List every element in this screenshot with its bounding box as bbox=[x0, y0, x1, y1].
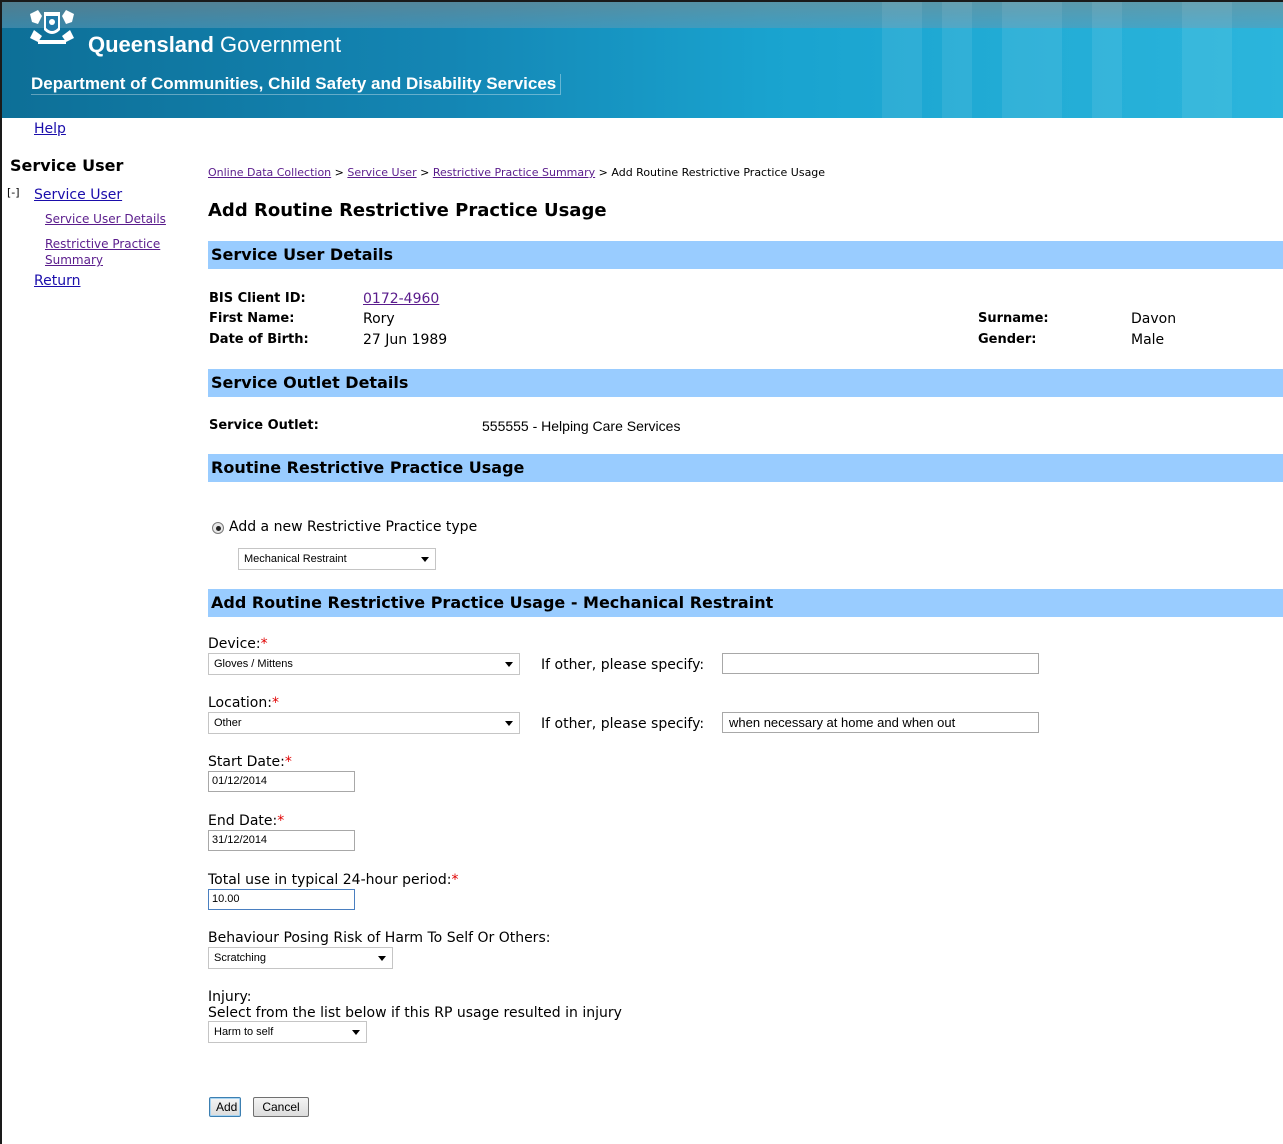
header-decor bbox=[1002, 2, 1062, 118]
breadcrumb-current: Add Routine Restrictive Practice Usage bbox=[611, 166, 826, 179]
location-select[interactable]: Other bbox=[208, 712, 520, 734]
section-heading-add-mechanical: Add Routine Restrictive Practice Usage -… bbox=[208, 589, 1283, 617]
header-decor bbox=[1182, 2, 1232, 118]
device-label: Device:* bbox=[208, 636, 268, 652]
chevron-down-icon bbox=[352, 1030, 360, 1035]
gender-value: Male bbox=[1131, 332, 1165, 348]
total-use-input[interactable]: 10.00 bbox=[208, 889, 355, 910]
section-heading-service-user: Service User Details bbox=[208, 241, 1283, 269]
injury-hint: Select from the list below if this RP us… bbox=[208, 1005, 622, 1021]
chevron-down-icon bbox=[505, 662, 513, 667]
government-title: Queensland Government bbox=[88, 32, 342, 57]
header-decor bbox=[1092, 2, 1122, 118]
service-outlet-label: Service Outlet: bbox=[209, 418, 319, 433]
cancel-button[interactable]: Cancel bbox=[253, 1097, 309, 1117]
start-date-input[interactable]: 01/12/2014 bbox=[208, 771, 355, 792]
header-decor bbox=[882, 2, 922, 118]
page-title: Add Routine Restrictive Practice Usage bbox=[208, 200, 607, 221]
help-link[interactable]: Help bbox=[34, 121, 66, 137]
nav-title: Service User bbox=[10, 156, 124, 175]
header-decor bbox=[942, 2, 972, 118]
bis-client-id-link[interactable]: 0172-4960 bbox=[363, 291, 439, 307]
gender-label: Gender: bbox=[978, 332, 1037, 347]
behaviour-select[interactable]: Scratching bbox=[208, 947, 393, 969]
end-date-input[interactable]: 31/12/2014 bbox=[208, 830, 355, 851]
header-top-strip bbox=[2, 2, 1283, 28]
add-new-type-radio[interactable] bbox=[212, 522, 224, 534]
add-new-type-label: Add a new Restrictive Practice type bbox=[229, 519, 478, 535]
location-specify-label: If other, please specify: bbox=[541, 716, 705, 732]
department-title: Department of Communities, Child Safety … bbox=[31, 74, 562, 95]
nav-collapse-toggle[interactable]: [-] bbox=[7, 186, 20, 199]
dob-label: Date of Birth: bbox=[209, 332, 309, 347]
chevron-down-icon bbox=[421, 557, 429, 562]
breadcrumb: Online Data Collection > Service User > … bbox=[208, 166, 826, 179]
site-header: Queensland Government Department of Comm… bbox=[2, 2, 1283, 118]
breadcrumb-restrictive-practice-summary[interactable]: Restrictive Practice Summary bbox=[433, 166, 595, 179]
location-label: Location:* bbox=[208, 695, 279, 711]
nav-item-service-user-details[interactable]: Service User Details bbox=[45, 212, 166, 226]
nav-item-return[interactable]: Return bbox=[34, 273, 80, 289]
chevron-down-icon bbox=[505, 721, 513, 726]
location-other-input[interactable]: when necessary at home and when out bbox=[722, 712, 1039, 733]
first-name-value: Rory bbox=[363, 311, 395, 327]
behaviour-label: Behaviour Posing Risk of Harm To Self Or… bbox=[208, 930, 551, 946]
surname-value: Davon bbox=[1131, 311, 1177, 327]
section-heading-service-outlet: Service Outlet Details bbox=[208, 369, 1283, 397]
add-button[interactable]: Add bbox=[209, 1097, 241, 1117]
device-other-input[interactable] bbox=[722, 653, 1039, 674]
end-date-label: End Date:* bbox=[208, 813, 285, 829]
device-specify-label: If other, please specify: bbox=[541, 657, 705, 673]
section-heading-routine-usage: Routine Restrictive Practice Usage bbox=[208, 454, 1283, 482]
injury-label: Injury: bbox=[208, 989, 252, 1005]
nav-item-service-user[interactable]: Service User bbox=[34, 187, 122, 203]
start-date-label: Start Date:* bbox=[208, 754, 292, 770]
total-use-label: Total use in typical 24-hour period:* bbox=[208, 872, 459, 888]
restrictive-practice-type-select[interactable]: Mechanical Restraint bbox=[238, 548, 436, 570]
injury-select[interactable]: Harm to self bbox=[208, 1021, 367, 1043]
device-select[interactable]: Gloves / Mittens bbox=[208, 653, 520, 675]
first-name-label: First Name: bbox=[209, 311, 295, 326]
bis-client-id-label: BIS Client ID: bbox=[209, 291, 306, 306]
service-outlet-value: 555555 - Helping Care Services bbox=[482, 418, 681, 434]
breadcrumb-online-data-collection[interactable]: Online Data Collection bbox=[208, 166, 331, 179]
breadcrumb-service-user[interactable]: Service User bbox=[347, 166, 416, 179]
queensland-crest-icon bbox=[30, 10, 74, 44]
window-frame-left bbox=[0, 0, 2, 1144]
chevron-down-icon bbox=[378, 956, 386, 961]
dob-value: 27 Jun 1989 bbox=[363, 332, 448, 348]
nav-item-restrictive-practice-summary[interactable]: Restrictive Practice Summary bbox=[45, 236, 185, 268]
surname-label: Surname: bbox=[978, 311, 1049, 326]
